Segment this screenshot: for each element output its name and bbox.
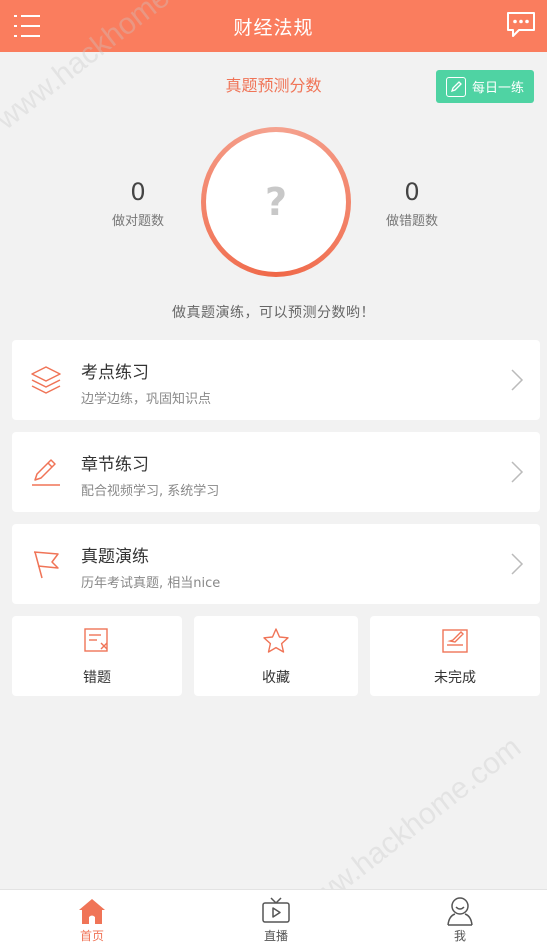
tile-favorites[interactable]: 收藏 <box>194 616 358 696</box>
card-title: 章节练习 <box>81 455 149 475</box>
pencil-icon <box>30 456 62 488</box>
wrong-stat: 0 做错题数 <box>357 178 467 229</box>
tile-unfinished[interactable]: 未完成 <box>370 616 540 696</box>
card-subtitle: 边学边练，巩固知识点 <box>81 392 212 407</box>
tv-icon <box>261 896 291 926</box>
daily-practice-button[interactable]: 每日一练 <box>436 70 534 103</box>
correct-stat: 0 做对题数 <box>83 178 193 229</box>
chevron-right-icon <box>510 460 524 484</box>
wrong-count: 0 <box>404 178 420 206</box>
app-header: 财经法规 <box>0 0 547 52</box>
card-title: 真题演练 <box>81 547 149 567</box>
unfinished-icon <box>441 627 469 655</box>
wrong-list-icon <box>83 627 111 655</box>
message-icon[interactable] <box>505 10 537 40</box>
score-circle[interactable]: ? <box>201 127 351 277</box>
tile-label: 错题 <box>83 670 111 686</box>
tile-label: 收藏 <box>262 670 290 686</box>
tab-label: 直播 <box>263 929 288 943</box>
home-icon <box>77 896 107 926</box>
daily-practice-label: 每日一练 <box>471 81 524 96</box>
wrong-label: 做错题数 <box>385 214 438 229</box>
score-value: ? <box>264 180 288 224</box>
card-chapter[interactable]: 章节练习 配合视频学习, 系统学习 <box>12 432 540 512</box>
layers-icon <box>30 364 62 396</box>
card-past-exams[interactable]: 真题演练 历年考试真题, 相当nice <box>12 524 540 604</box>
tab-label: 我 <box>453 929 466 943</box>
card-subtitle: 配合视频学习, 系统学习 <box>81 484 220 499</box>
chevron-right-icon <box>510 552 524 576</box>
star-icon <box>262 627 290 655</box>
correct-label: 做对题数 <box>111 214 164 229</box>
flag-icon <box>30 548 62 580</box>
tab-live[interactable]: 直播 <box>236 890 316 948</box>
edit-icon <box>445 76 466 97</box>
tab-label: 首页 <box>79 929 104 943</box>
prediction-hint: 做真题演练，可以预测分数哟！ <box>172 305 375 321</box>
menu-icon[interactable] <box>12 12 44 40</box>
card-key-points[interactable]: 考点练习 边学边练，巩固知识点 <box>12 340 540 420</box>
user-icon <box>445 896 475 926</box>
correct-count: 0 <box>130 178 146 206</box>
tile-label: 未完成 <box>434 670 476 686</box>
card-subtitle: 历年考试真题, 相当nice <box>81 576 221 591</box>
tile-wrong-questions[interactable]: 错题 <box>12 616 182 696</box>
card-title: 考点练习 <box>81 363 149 383</box>
chevron-right-icon <box>510 368 524 392</box>
page-title: 财经法规 <box>233 16 314 39</box>
tab-me[interactable]: 我 <box>420 890 500 948</box>
tab-home[interactable]: 首页 <box>52 890 132 948</box>
bottom-tab-bar: 首页 直播 我 <box>0 889 547 948</box>
